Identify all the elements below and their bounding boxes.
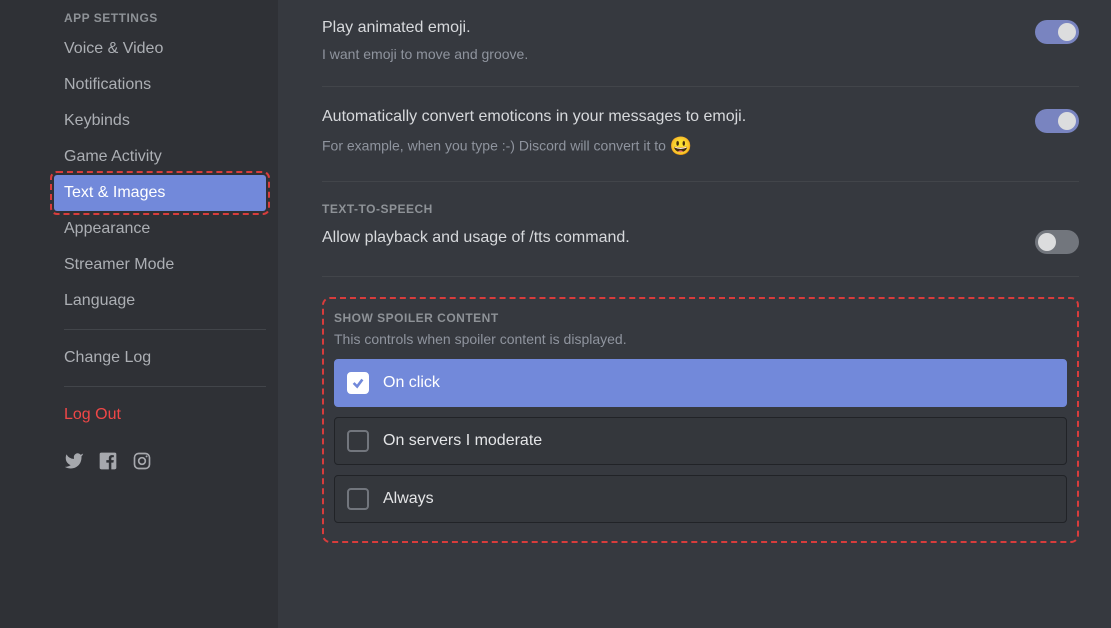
social-links: [64, 451, 266, 476]
checkbox-icon: [347, 372, 369, 394]
smile-emoji-icon: 😃: [670, 134, 692, 159]
sidebar: App Settings Voice & Video Notifications…: [0, 0, 278, 628]
checkbox-icon: [347, 488, 369, 510]
toggle-animated-emoji[interactable]: [1035, 20, 1079, 44]
category-header-spoiler: Show Spoiler Content: [334, 311, 1067, 325]
divider: [322, 86, 1079, 87]
instagram-icon[interactable]: [132, 451, 152, 476]
sidebar-item-appearance[interactable]: Appearance: [54, 211, 266, 247]
toggle-tts[interactable]: [1035, 230, 1079, 254]
sidebar-item-notifications[interactable]: Notifications: [54, 67, 266, 103]
twitter-icon[interactable]: [64, 451, 84, 476]
sidebar-item-log-out[interactable]: Log Out: [54, 397, 266, 433]
sidebar-divider: [64, 329, 266, 330]
sidebar-divider: [64, 386, 266, 387]
option-label: On servers I moderate: [383, 432, 542, 450]
sidebar-item-text-images[interactable]: Text & Images: [54, 175, 266, 211]
setting-label: Allow playback and usage of /tts command…: [322, 228, 1023, 249]
category-header-tts: Text-to-Speech: [322, 202, 1079, 216]
setting-tts: Allow playback and usage of /tts command…: [322, 228, 1079, 254]
sidebar-item-voice-video[interactable]: Voice & Video: [54, 31, 266, 67]
divider: [322, 276, 1079, 277]
spoiler-option-on-click[interactable]: On click: [334, 359, 1067, 407]
toggle-convert-emoticons[interactable]: [1035, 109, 1079, 133]
sidebar-item-streamer-mode[interactable]: Streamer Mode: [54, 247, 266, 283]
option-label: Always: [383, 490, 434, 508]
setting-desc-text: For example, when you type :-) Discord w…: [322, 137, 670, 153]
spoiler-option-servers-moderated[interactable]: On servers I moderate: [334, 417, 1067, 465]
setting-label: Automatically convert emoticons in your …: [322, 107, 1023, 128]
sidebar-item-language[interactable]: Language: [54, 283, 266, 319]
sidebar-item-game-activity[interactable]: Game Activity: [54, 139, 266, 175]
setting-desc: I want emoji to move and groove.: [322, 45, 1023, 65]
setting-convert-emoticons: Automatically convert emoticons in your …: [322, 107, 1079, 159]
sidebar-item-keybinds[interactable]: Keybinds: [54, 103, 266, 139]
checkbox-icon: [347, 430, 369, 452]
spoiler-option-always[interactable]: Always: [334, 475, 1067, 523]
facebook-icon[interactable]: [98, 451, 118, 476]
sidebar-item-change-log[interactable]: Change Log: [54, 340, 266, 376]
option-label: On click: [383, 374, 440, 392]
spoiler-content-panel: Show Spoiler Content This controls when …: [322, 297, 1079, 543]
divider: [322, 181, 1079, 182]
setting-animated-emoji: Play animated emoji. I want emoji to mov…: [322, 18, 1079, 64]
sidebar-section-header: App Settings: [64, 11, 266, 25]
spoiler-desc: This controls when spoiler content is di…: [334, 331, 1067, 347]
content: Play animated emoji. I want emoji to mov…: [278, 0, 1111, 628]
setting-desc: For example, when you type :-) Discord w…: [322, 134, 1023, 159]
setting-label: Play animated emoji.: [322, 18, 1023, 39]
